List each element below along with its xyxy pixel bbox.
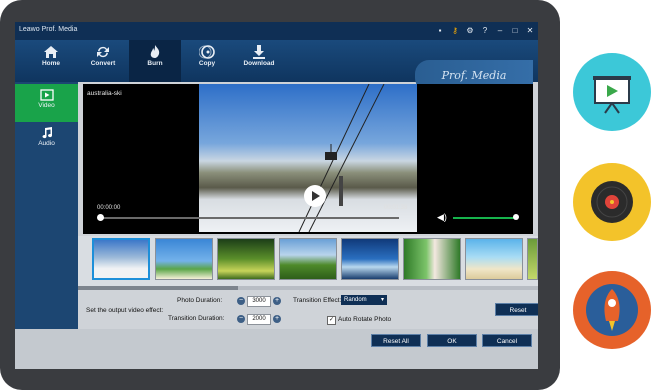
video-preview: australia-ski 00:00:00 00:01:38 ◀) [83,83,533,234]
cancel-button[interactable]: Cancel [482,334,532,347]
chat-icon[interactable]: ▪ [434,24,446,37]
ok-button[interactable]: OK [427,334,477,347]
volume-slider[interactable] [453,217,517,219]
transition-duration-label: Transition Duration: [168,315,225,322]
transition-duration-increase-button[interactable]: + [273,315,281,323]
download-icon [253,45,265,59]
title-bar: Leawo Prof. Media ▪ ⚷ ⚙ ? – □ ✕ [15,22,538,40]
gear-icon[interactable]: ⚙ [464,24,476,37]
file-name: australia-ski [87,90,122,97]
transition-effect-select[interactable]: Random [341,295,387,305]
tab-convert[interactable]: Convert [77,40,129,82]
tab-copy-label: Copy [198,60,216,67]
close-icon[interactable]: ✕ [524,24,536,37]
reset-all-button[interactable]: Reset All [371,334,421,347]
sidebar-item-label: Audio [38,140,55,147]
disc-copy-icon [199,45,215,59]
photo-thumbnail[interactable] [155,238,213,280]
strip-scrollbar-thumb[interactable] [78,286,238,290]
minimize-icon[interactable]: – [494,24,506,37]
photo-strip [78,236,538,288]
photo-duration-input[interactable]: 3000 [247,296,271,307]
photo-duration-increase-button[interactable]: + [273,297,281,305]
effect-settings-panel: Set the output video effect: Photo Durat… [78,291,538,329]
tab-convert-label: Convert [90,60,116,67]
sidebar-item-audio[interactable]: Audio [15,122,78,160]
reset-button[interactable]: Reset [495,303,538,316]
app-window: Leawo Prof. Media ▪ ⚷ ⚙ ? – □ ✕ Home Con… [15,22,538,369]
tab-home[interactable]: Home [25,40,77,82]
photo-duration-label: Photo Duration: [177,297,223,304]
rocket-icon[interactable] [573,271,651,349]
photo-thumbnail[interactable] [217,238,275,280]
vinyl-glyph [591,181,633,223]
rocket-glyph [586,284,638,336]
music-disc-icon[interactable] [573,163,651,241]
help-icon[interactable]: ? [479,24,491,37]
key-icon[interactable]: ⚷ [449,24,461,37]
sidebar-item-video[interactable]: Video [15,84,78,122]
photo-thumbnail[interactable] [403,238,461,280]
sidebar: Video Audio [15,82,78,369]
presentation-glyph [593,76,631,114]
photo-duration-decrease-button[interactable]: − [237,297,245,305]
tab-download[interactable]: Download [233,40,285,82]
transition-duration-input[interactable]: 2000 [247,314,271,325]
photo-thumbnail[interactable] [341,238,399,280]
transition-effect-label: Transition Effect: [293,297,342,304]
main-toolbar: Home Convert Burn Copy Download Prof. Me… [15,40,538,92]
photo-thumbnail[interactable] [527,238,538,280]
footer-bar: Reset All OK Cancel [15,329,538,369]
seek-bar[interactable] [99,217,399,219]
tab-burn[interactable]: Burn [129,40,181,82]
tab-home-label: Home [41,60,61,67]
convert-icon [97,46,109,58]
flame-icon [150,45,160,58]
sidebar-item-label: Video [38,102,55,109]
music-note-icon [42,127,52,139]
tab-burn-label: Burn [147,60,163,67]
auto-rotate-label: Auto Rotate Photo [338,316,392,323]
photo-thumbnail[interactable] [279,238,337,280]
home-icon [44,46,58,58]
auto-rotate-checkbox[interactable]: ✓ [327,316,336,325]
window-title: Leawo Prof. Media [19,26,78,33]
seek-handle[interactable] [97,214,104,221]
tab-download-label: Download [243,60,275,67]
tab-copy[interactable]: Copy [181,40,233,82]
video-icon [39,89,54,101]
presentation-icon[interactable] [573,53,651,131]
photo-thumbnail[interactable] [465,238,523,280]
output-effect-label: Set the output video effect: [86,307,164,314]
volume-icon[interactable]: ◀) [437,212,447,223]
time-current: 00:00:00 [97,205,121,211]
photo-thumbnail[interactable] [92,238,150,280]
volume-handle[interactable] [513,214,519,220]
time-total: 00:01:38 [384,205,408,211]
play-button[interactable] [304,185,326,207]
transition-duration-decrease-button[interactable]: − [237,315,245,323]
maximize-icon[interactable]: □ [509,24,521,37]
